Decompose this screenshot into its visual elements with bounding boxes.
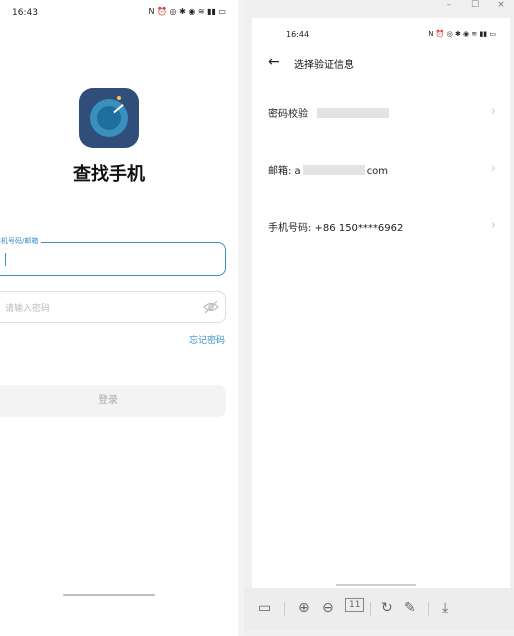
mirror-window: – ☐ × 16:44 N ⏰ ◎ ✱ ◉ ≋ ▮▮ ▭ ← 选择验证信息 密码校验… xyxy=(244,0,514,636)
download-icon[interactable]: ⤓ xyxy=(442,600,448,616)
login-button[interactable]: 登录 xyxy=(0,385,226,417)
left-phone-screen: 16:43 N ⏰ ◎ ✱ ◉ ≋ ▮▮ ▭ 查找手机 手机号码/邮箱 请输入密… xyxy=(0,0,238,636)
phone-email-input[interactable]: 手机号码/邮箱 xyxy=(0,236,226,276)
chevron-right-icon: › xyxy=(490,161,496,176)
option-label: 手机号码: +86 150****6962 xyxy=(268,223,404,234)
left-status-time: 16:43 xyxy=(12,8,38,18)
zoom-level[interactable]: 11 xyxy=(345,598,365,612)
forgot-password-link[interactable]: 忘记密码 xyxy=(189,333,225,346)
redacted-block xyxy=(302,164,365,175)
option-label-suffix: com xyxy=(366,166,389,177)
zoom-out-icon[interactable]: ⊖ xyxy=(322,600,334,616)
chevron-right-icon: › xyxy=(490,218,496,233)
eye-hidden-icon[interactable] xyxy=(203,300,219,314)
close-button[interactable]: × xyxy=(488,0,514,10)
pencil-icon[interactable]: ✎ xyxy=(404,600,416,616)
right-status-time: 16:44 xyxy=(286,30,310,39)
text-caret xyxy=(5,253,6,266)
back-arrow-icon[interactable]: ← xyxy=(268,54,280,70)
window-controls: – ☐ × xyxy=(436,0,514,14)
horizontal-scrollbar[interactable] xyxy=(336,584,416,586)
home-indicator xyxy=(63,594,155,596)
password-input[interactable]: 请输入密码 xyxy=(0,291,226,323)
left-status-icons: N ⏰ ◎ ✱ ◉ ≋ ▮▮ ▭ xyxy=(148,7,226,16)
bottom-toolbar: ▭ ⊕ ⊖ 11 ↻ ✎ ⤓ xyxy=(244,588,514,630)
option-phone-number[interactable]: 手机号码: +86 150****6962 › xyxy=(268,216,496,236)
option-label: 邮箱: a xyxy=(268,166,301,177)
zoom-in-icon[interactable]: ⊕ xyxy=(298,600,310,616)
minimize-button[interactable]: – xyxy=(436,0,462,10)
screenshot-icon[interactable]: ▭ xyxy=(258,600,271,616)
chevron-right-icon: › xyxy=(490,104,496,119)
right-phone-screen: 16:44 N ⏰ ◎ ✱ ◉ ≋ ▮▮ ▭ ← 选择验证信息 密码校验 › 邮… xyxy=(252,18,510,588)
maximize-button[interactable]: ☐ xyxy=(462,0,488,10)
toolbar-divider xyxy=(370,602,371,616)
option-label: 密码校验 xyxy=(268,109,308,120)
find-phone-app-icon xyxy=(79,88,139,148)
redacted-block xyxy=(317,107,390,118)
rotate-icon[interactable]: ↻ xyxy=(381,600,393,616)
toolbar-divider xyxy=(428,602,429,616)
page-title: 选择验证信息 xyxy=(294,60,354,71)
phone-email-label: 手机号码/邮箱 xyxy=(0,236,42,246)
right-status-icons: N ⏰ ◎ ✱ ◉ ≋ ▮▮ ▭ xyxy=(428,30,496,38)
option-email[interactable]: 邮箱: a com › xyxy=(268,159,496,179)
app-title: 查找手机 xyxy=(73,164,145,185)
toolbar-divider xyxy=(284,602,285,616)
password-placeholder: 请输入密码 xyxy=(5,304,51,314)
option-password-verify[interactable]: 密码校验 › xyxy=(268,102,496,122)
